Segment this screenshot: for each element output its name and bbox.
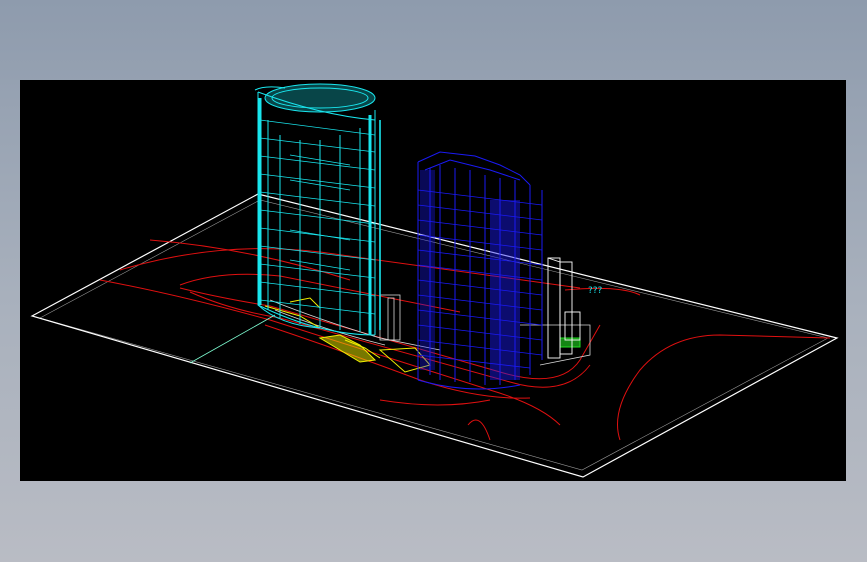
annotation-text: ??? [588,286,603,296]
tower-b-side [420,170,435,370]
wireframe-model: ??? [30,83,839,478]
cad-viewport[interactable]: ??? [20,80,846,481]
axis-line [189,314,276,364]
road-lines [99,239,831,441]
tower-b-floors [417,189,543,369]
tower-a-floors [259,119,376,315]
green-detail [559,337,581,348]
tower-b-core [490,200,520,380]
